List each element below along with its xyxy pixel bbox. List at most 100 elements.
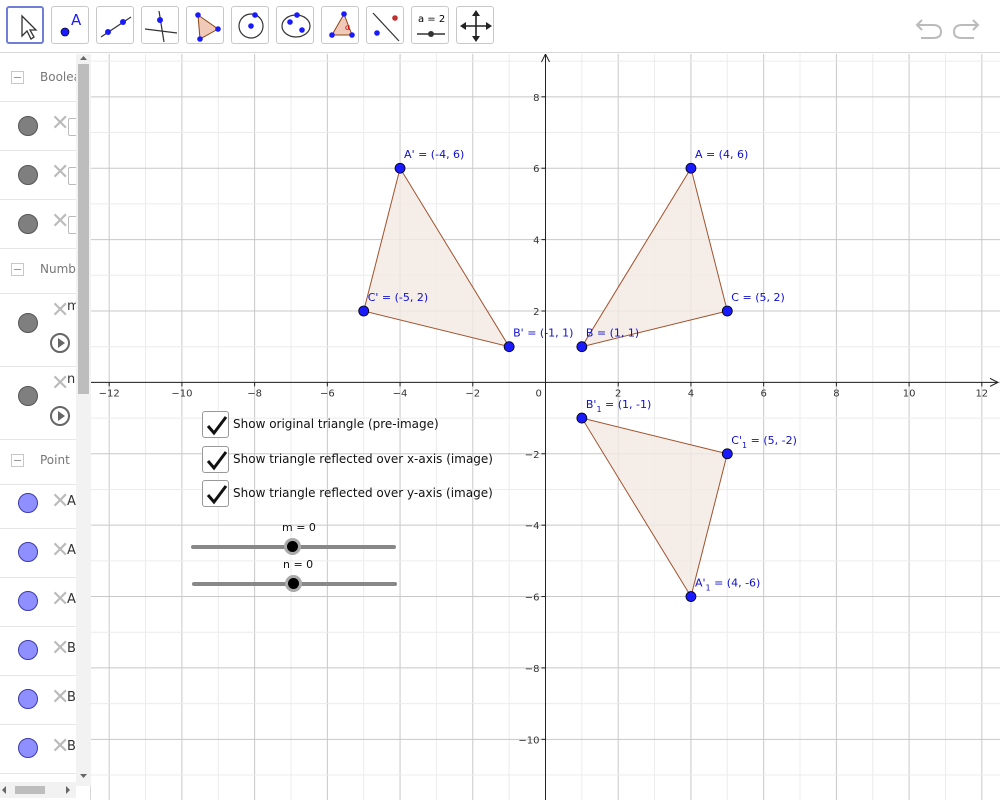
x-tick-label: −4 [393,388,408,399]
visibility-toggle[interactable] [18,640,38,660]
y-tick-label: 6 [533,164,539,175]
visibility-toggle[interactable] [18,689,38,709]
visibility-toggle[interactable] [18,165,38,185]
list-item[interactable]: ✕ [0,102,76,151]
play-icon[interactable] [50,406,70,426]
group-header-boolean[interactable]: Boolea [0,54,81,102]
move-tool-button[interactable] [6,6,44,44]
list-item[interactable]: ✕ n [0,367,76,440]
polygon-tool-button[interactable] [186,6,224,44]
list-item-label: B [67,641,76,656]
list-item[interactable]: ✕ B [0,676,76,725]
y-tick-label: −2 [525,450,540,461]
point-label: C' = (-5, 2) [368,291,428,304]
reflect-tool-button[interactable] [366,6,404,44]
visibility-toggle[interactable] [18,313,38,333]
scroll-arrow-icon [80,56,87,778]
move-graphics-icon [460,10,492,42]
visibility-toggle[interactable] [18,738,38,758]
visibility-toggle[interactable] [18,493,38,513]
list-item[interactable]: ✕ m [0,294,76,367]
group-header-point[interactable]: Point [0,437,76,485]
group-label-point: Point [40,453,70,467]
circle-tool-button[interactable] [231,6,269,44]
point-tool-button[interactable]: A [51,6,89,44]
checkmark-icon [206,451,228,471]
horizontal-scrollbar[interactable] [0,782,76,798]
circle-icon [238,12,264,39]
collapse-icon[interactable] [11,71,24,84]
point-label: C = (5, 2) [731,291,784,304]
point-label: B = (1, 1) [586,327,639,340]
undo-button[interactable] [913,10,945,42]
list-item[interactable]: ✕ A [0,578,76,627]
reflect-icon [372,12,400,42]
list-item[interactable]: ✕ [0,200,76,249]
y-tick-label: −6 [525,593,540,604]
list-item[interactable]: ✕ B [0,627,76,676]
play-icon[interactable] [50,333,70,353]
slider-label-m: m = 0 [282,521,316,534]
list-item-label: n [67,372,76,387]
x-tick-label: −10 [171,388,192,399]
close-icon[interactable]: ✕ [51,211,69,233]
line-tool-button[interactable] [96,6,134,44]
redo-button[interactable] [950,10,982,42]
visibility-toggle[interactable] [18,591,38,611]
checkbox-icon[interactable] [68,216,76,234]
x-tick-label: 4 [688,388,694,399]
point-label: A = (4, 6) [695,148,748,161]
checkbox-icon[interactable] [68,167,76,185]
line-icon [100,16,132,38]
cursor-arrow-icon [21,14,38,40]
close-icon[interactable]: ✕ [51,162,69,184]
angle-tool-button[interactable]: α [321,6,359,44]
list-item[interactable]: ✕ A [0,480,76,529]
checkbox-show-original[interactable] [202,411,229,438]
ellipse-tool-button[interactable] [276,6,314,44]
redo-icon [952,19,980,39]
close-icon[interactable]: ✕ [51,113,69,135]
point [358,305,370,317]
y-tick-label: −8 [525,664,540,675]
perpendicular-tool-button[interactable] [141,6,179,44]
y-tick-label: −10 [518,735,539,746]
checkmark-icon [206,485,228,505]
perpendicular-line-icon [144,10,178,43]
visibility-toggle[interactable] [18,214,38,234]
visibility-toggle[interactable] [18,542,38,562]
list-item[interactable]: ✕ A [0,529,76,578]
point [685,591,697,602]
checkbox-show-y-reflection[interactable] [202,480,229,507]
list-item-label: A [67,592,76,607]
x-tick-label: 12 [975,388,988,399]
point [394,162,406,174]
collapse-icon[interactable] [11,454,24,467]
visibility-toggle[interactable] [18,386,38,406]
visibility-toggle[interactable] [18,116,38,136]
list-item[interactable]: ✕ [0,151,76,200]
slider-m-handle[interactable] [284,538,301,555]
point-label: B' = (-1, 1) [513,327,573,340]
checkbox-show-x-reflection[interactable] [202,446,229,473]
checkbox-label-y-reflection: Show triangle reflected over y-axis (ima… [233,486,493,500]
list-item-label: B [67,739,76,754]
point-tool-label: A [71,11,82,29]
point [685,162,697,174]
x-tick-label: 6 [760,388,766,399]
checkbox-label-original: Show original triangle (pre-image) [233,417,439,431]
x-tick-label: −6 [320,388,335,399]
list-item-label: m [67,299,76,314]
collapse-icon[interactable] [11,263,24,276]
vertical-scrollbar[interactable] [76,54,91,786]
slider-tool-button[interactable]: a = 2 [411,6,449,44]
checkbox-icon[interactable] [68,118,76,136]
list-item-label: B [67,690,76,705]
slider-n-handle[interactable] [285,575,302,592]
group-header-number[interactable]: Numbe [0,246,83,294]
list-item[interactable]: ✕ B [0,725,76,774]
move-view-tool-button[interactable] [456,6,494,44]
x-tick-label: 10 [903,388,916,399]
point [576,412,588,424]
y-tick-label: −4 [525,521,540,532]
